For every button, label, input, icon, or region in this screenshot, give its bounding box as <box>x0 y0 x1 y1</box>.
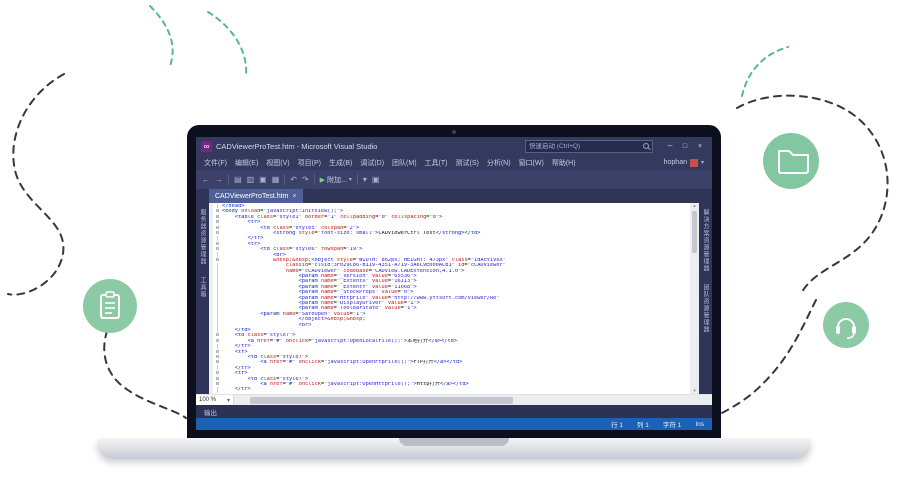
navigate-forward-icon[interactable]: → <box>215 175 223 184</box>
toolbar-separator <box>284 174 285 185</box>
fold-marker-icon[interactable]: ⊟ <box>216 246 219 252</box>
green-dash-top-right <box>742 47 788 96</box>
close-button[interactable]: × <box>693 140 707 152</box>
editor-bottom-row: 100 % ▾ <box>196 394 712 405</box>
new-file-icon[interactable]: ▤ <box>234 175 242 184</box>
toolbar: ← → ▤ ▥ ▣ ▦ ↶ ↷ ▶ 附加... ▾ ▾ ▣ <box>196 170 712 189</box>
horizontal-scrollbar-thumb[interactable] <box>250 397 513 404</box>
menu-item-analyze[interactable]: 分析(N) <box>487 158 511 168</box>
dashed-curve-right-bottom <box>712 300 816 418</box>
quick-launch-input[interactable] <box>529 143 640 150</box>
vs-window: ∞ CADViewerProTest.htm - Microsoft Visua… <box>196 137 712 430</box>
dashed-curve-left-top <box>8 74 64 295</box>
open-file-icon[interactable]: ▥ <box>247 175 255 184</box>
menu-item-team[interactable]: 团队(M) <box>392 158 417 168</box>
menu-item-debug[interactable]: 调试(D) <box>360 158 384 168</box>
status-insert-mode: Ins <box>695 421 704 428</box>
panel-tab-server-explorer[interactable]: 服务器资源管理器 <box>198 209 207 265</box>
green-dash-top-left-2 <box>208 12 246 76</box>
fold-marker-icon[interactable]: ⊟ <box>216 257 219 263</box>
title-bar: ∞ CADViewerProTest.htm - Microsoft Visua… <box>196 137 712 155</box>
navigate-back-icon[interactable]: ← <box>202 175 210 184</box>
document-tab-label: CADViewerProTest.htm <box>215 193 288 200</box>
left-tool-strip: 服务器资源管理器 工具箱 <box>196 203 209 394</box>
tab-close-icon[interactable]: × <box>292 193 296 200</box>
output-panel-tab[interactable]: 输出 <box>196 407 225 417</box>
right-tool-strip: 解决方案资源管理器 团队资源管理器 <box>699 203 712 394</box>
laptop-base-notch <box>399 438 509 446</box>
vertical-scrollbar[interactable]: ▴ ▾ <box>690 203 699 394</box>
fold-marker-icon[interactable]: ⊟ <box>216 381 219 387</box>
headset-icon <box>823 302 869 348</box>
vertical-scrollbar-thumb[interactable] <box>692 211 697 253</box>
status-line: 行 1 <box>611 419 623 429</box>
laptop-camera-icon <box>452 130 456 134</box>
fold-marker-icon[interactable]: ⊟ <box>216 338 219 344</box>
code-lines[interactable]: </head>⊟<body onload="javascript:InitVie… <box>213 203 690 394</box>
quick-launch[interactable] <box>525 140 653 153</box>
chevron-down-icon: ▾ <box>349 176 352 183</box>
panel-tab-toolbox[interactable]: 工具箱 <box>198 277 207 298</box>
redo-icon[interactable]: ↷ <box>302 175 309 184</box>
output-panel-bar: 输出 <box>196 405 712 418</box>
status-bar: 行 1 列 1 字符 1 Ins <box>196 418 712 430</box>
toolbar-separator <box>314 174 315 185</box>
panel-tab-solution-explorer[interactable]: 解决方案资源管理器 <box>701 209 710 272</box>
tab-strip: CADViewerProTest.htm × <box>196 189 712 203</box>
chevron-down-icon: ▾ <box>227 397 230 404</box>
fold-gutter[interactable] <box>213 387 222 392</box>
user-caret-icon[interactable]: ▾ <box>701 159 704 166</box>
attach-label: 附加... <box>327 175 347 185</box>
menu-item-view[interactable]: 视图(V) <box>266 158 289 168</box>
code-line[interactable]: </tr> <box>213 387 690 392</box>
menu-item-edit[interactable]: 编辑(E) <box>235 158 258 168</box>
menu-bar: 文件(F) 编辑(E) 视图(V) 项目(P) 生成(B) 调试(D) 团队(M… <box>196 155 712 170</box>
zoom-value: 100 % <box>199 397 216 403</box>
main-area: 服务器资源管理器 工具箱 </head>⊟<body onload="javas… <box>196 203 712 394</box>
code-line-text: </tr> <box>222 387 690 392</box>
horizontal-scrollbar[interactable] <box>234 395 712 405</box>
status-column: 列 1 <box>637 419 649 429</box>
dashed-curve-right-top <box>737 96 888 292</box>
user-account[interactable]: hophan ▾ <box>664 159 704 167</box>
save-all-icon[interactable]: ▦ <box>272 175 280 184</box>
menu-item-build[interactable]: 生成(B) <box>329 158 352 168</box>
save-icon[interactable]: ▣ <box>259 175 267 184</box>
toolbar-separator <box>357 174 358 185</box>
fold-marker-icon[interactable]: ⊟ <box>216 359 219 365</box>
solution-config-dropdown-icon[interactable]: ▾ <box>363 175 367 184</box>
window-title: CADViewerProTest.htm - Microsoft Visual … <box>216 142 377 151</box>
code-editor[interactable]: </head>⊟<body onload="javascript:InitVie… <box>209 203 699 394</box>
user-name[interactable]: hophan <box>664 159 687 166</box>
folder-icon <box>763 133 819 189</box>
document-tab[interactable]: CADViewerProTest.htm × <box>209 189 303 203</box>
menu-item-file[interactable]: 文件(F) <box>204 158 227 168</box>
toolbar-separator <box>228 174 229 185</box>
undo-icon[interactable]: ↶ <box>290 175 297 184</box>
zoom-select[interactable]: 100 % ▾ <box>196 395 234 405</box>
menu-item-window[interactable]: 窗口(W) <box>519 158 544 168</box>
attach-debugger-button[interactable]: ▶ 附加... ▾ <box>320 175 352 185</box>
window-controls: ─ □ × <box>663 140 707 152</box>
panel-tab-team-explorer[interactable]: 团队资源管理器 <box>701 284 710 333</box>
user-avatar[interactable] <box>690 159 698 167</box>
green-dash-top-left-1 <box>150 6 173 66</box>
clipboard-icon <box>83 279 137 333</box>
search-icon <box>643 143 649 149</box>
menu-item-test[interactable]: 测试(S) <box>456 158 479 168</box>
laptop-screen: ∞ CADViewerProTest.htm - Microsoft Visua… <box>187 125 721 438</box>
laptop-base <box>97 438 811 459</box>
minimize-button[interactable]: ─ <box>663 140 677 152</box>
fold-marker-icon[interactable]: ⊟ <box>216 230 219 236</box>
menu-item-project[interactable]: 项目(P) <box>298 158 321 168</box>
maximize-button[interactable]: □ <box>678 140 692 152</box>
find-in-files-icon[interactable]: ▣ <box>372 175 380 184</box>
visual-studio-logo-icon: ∞ <box>201 141 212 152</box>
menu-item-help[interactable]: 帮助(H) <box>552 158 576 168</box>
menu-item-tools[interactable]: 工具(T) <box>425 158 448 168</box>
scroll-up-icon[interactable]: ▴ <box>693 203 696 209</box>
play-icon: ▶ <box>320 176 325 184</box>
status-character: 字符 1 <box>663 419 681 429</box>
